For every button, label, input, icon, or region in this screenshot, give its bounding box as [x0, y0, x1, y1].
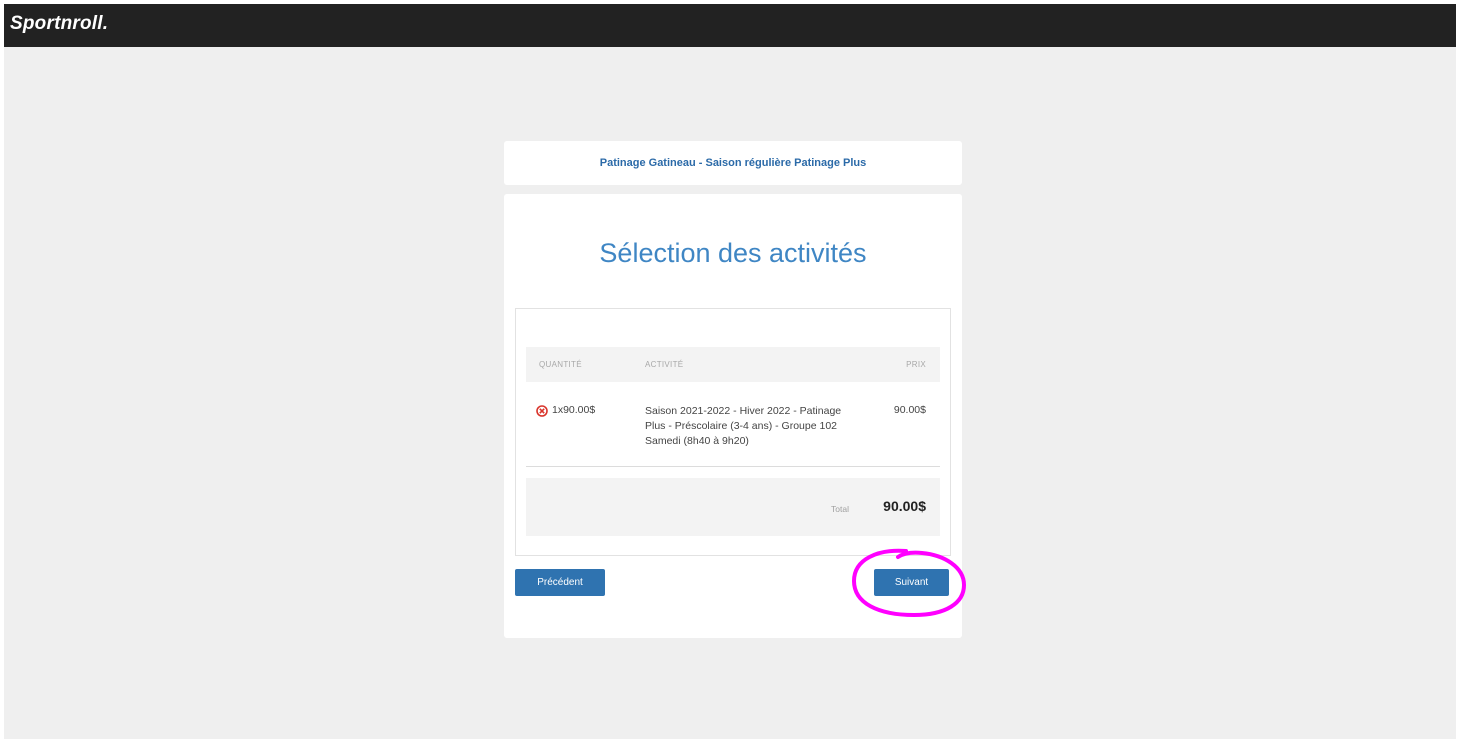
- total-value: 90.00$: [883, 498, 926, 514]
- remove-circle-icon[interactable]: [536, 404, 548, 417]
- cart-table: QUANTITÉ ACTIVITÉ PRIX 1x90.00$ Saison 2…: [515, 308, 951, 556]
- total-label: Total: [831, 504, 849, 514]
- sportnroll-logo[interactable]: Sportnroll.: [10, 13, 108, 35]
- cart-table-header: QUANTITÉ ACTIVITÉ PRIX: [526, 347, 940, 382]
- cart-row: 1x90.00$ Saison 2021-2022 - Hiver 2022 -…: [526, 382, 940, 467]
- column-header-price: PRIX: [906, 360, 926, 369]
- item-activity: Saison 2021-2022 - Hiver 2022 - Patinage…: [645, 405, 842, 447]
- organization-title: Patinage Gatineau - Saison régulière Pat…: [599, 157, 867, 169]
- column-header-quantity: QUANTITÉ: [539, 360, 582, 369]
- previous-button[interactable]: Précédent: [515, 569, 605, 596]
- column-header-activity: ACTIVITÉ: [645, 360, 684, 369]
- item-quantity: 1x90.00$: [552, 404, 596, 416]
- cart-total: Total 90.00$: [526, 478, 940, 536]
- organization-header-card: Patinage Gatineau - Saison régulière Pat…: [504, 141, 962, 185]
- page-background: Sportnroll. Patinage Gatineau - Saison r…: [4, 4, 1456, 739]
- page-title: Sélection des activités: [599, 238, 867, 268]
- top-navigation-bar: Sportnroll.: [4, 4, 1456, 47]
- item-price: 90.00$: [893, 404, 926, 416]
- activity-selection-card: Sélection des activités QUANTITÉ ACTIVIT…: [504, 194, 962, 638]
- next-button[interactable]: Suivant: [874, 569, 949, 596]
